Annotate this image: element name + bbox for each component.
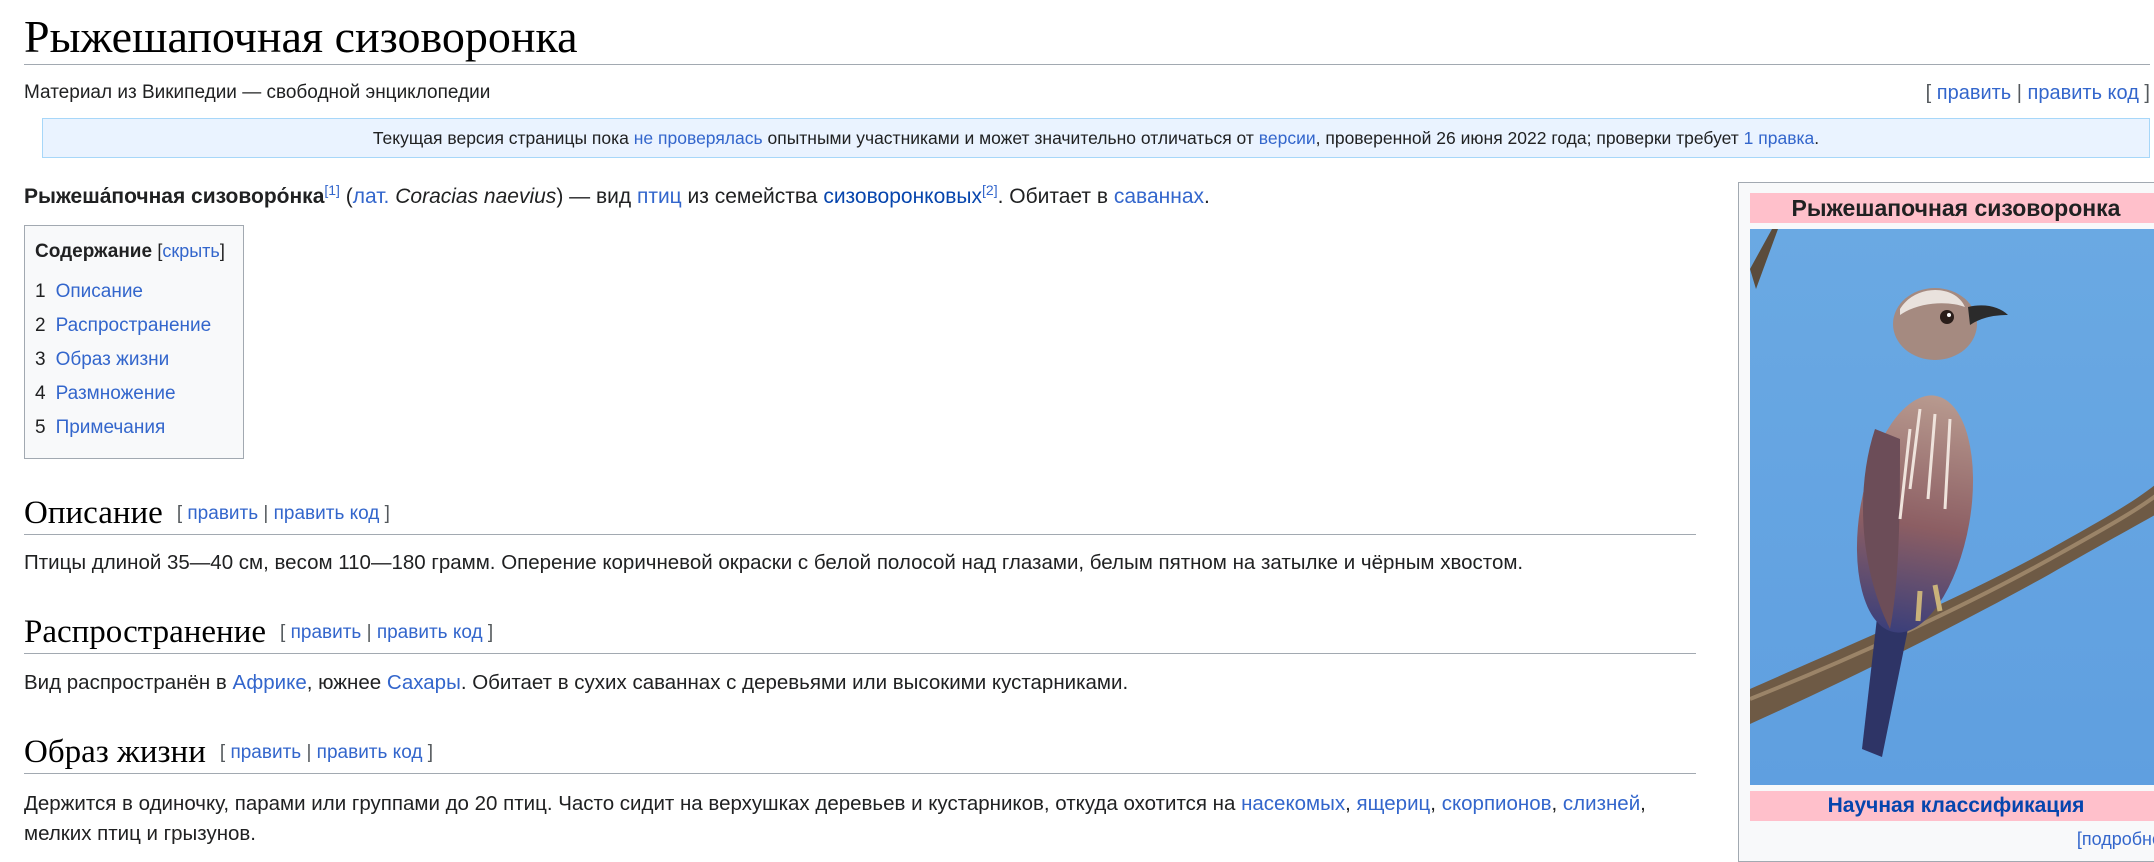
edit-link[interactable]: править	[1937, 82, 2011, 104]
section-edit-links: [ править | править код ]	[219, 742, 434, 763]
classification-link[interactable]: Научная классификация	[1828, 794, 2085, 817]
bird-photo	[1750, 229, 2154, 785]
infobox-more-link[interactable]: [подробно]	[2077, 827, 2154, 851]
section-edit-links: [ править | править код ]	[280, 622, 494, 643]
reviewed-version-link[interactable]: версии	[1259, 128, 1316, 148]
section-text-description: Птицы длиной 35—40 см, весом 110—180 гра…	[24, 551, 1524, 574]
toc-item-breeding[interactable]: 4 Размножение	[35, 377, 233, 411]
toc-item-lifestyle[interactable]: 3 Образ жизни	[35, 343, 233, 377]
section-text-distribution: Вид распространён в Африке, южнее Сахары…	[24, 671, 1129, 694]
article-subject: Рыжеша́почная сизоворо́нка	[24, 185, 325, 208]
family-link[interactable]: сизоворонковых	[823, 185, 982, 208]
birds-link[interactable]: птиц	[637, 185, 682, 208]
site-subtitle: Материал из Википедии — свободной энцикл…	[24, 82, 491, 103]
table-of-contents: Содержание [скрыть] 1 Описание 2 Распростр…	[24, 225, 244, 459]
infobox-title: Рыжешапочная сизоворонка	[1750, 193, 2154, 223]
reference-2-link[interactable]: [2]	[982, 182, 998, 198]
slugs-link[interactable]: слизней	[1563, 792, 1640, 815]
section-text-lifestyle: Держится в одиночку, парами или группами…	[24, 792, 1646, 815]
savanna-link[interactable]: саваннах	[1114, 185, 1204, 208]
africa-link[interactable]: Африке	[233, 671, 307, 694]
section-edit-source-link[interactable]: править код	[377, 622, 483, 643]
section-edit-source-link[interactable]: править код	[274, 503, 380, 524]
infobox-classification-header: Научная классификация	[1750, 791, 2154, 821]
scorpions-link[interactable]: скорпионов	[1442, 792, 1552, 815]
lead-paragraph: Рыжеша́почная сизоворо́нка[1] (лат. Cora…	[24, 182, 1210, 208]
edit-source-link[interactable]: править код	[2028, 82, 2139, 104]
infobox-bird-image[interactable]	[1750, 229, 2154, 785]
pending-edits-link[interactable]: 1 правка	[1744, 128, 1815, 148]
section-edit-link[interactable]: править	[230, 742, 301, 763]
insects-link[interactable]: насекомых	[1241, 792, 1345, 815]
section-edit-links: [ править | править код ]	[176, 503, 390, 524]
section-heading-description: Описание[ править | править код ]	[24, 492, 1696, 535]
page-edit-links: [ править | править код ]	[1925, 82, 2150, 104]
toc-list: 1 Описание 2 Распространение 3 Образ жизни …	[35, 275, 233, 445]
reference-1-link[interactable]: [1]	[324, 182, 340, 198]
lizards-link[interactable]: ящериц	[1357, 792, 1431, 815]
latin-name: Coracias naevius	[389, 185, 557, 208]
toc-item-distribution[interactable]: 2 Распространение	[35, 309, 233, 343]
section-heading-distribution: Распространение[ править | править код ]	[24, 611, 1696, 654]
section-heading-lifestyle: Образ жизни[ править | править код ]	[24, 731, 1696, 774]
sahara-link[interactable]: Сахары	[387, 671, 461, 694]
toc-item-notes[interactable]: 5 Примечания	[35, 411, 233, 445]
section-edit-link[interactable]: править	[291, 622, 362, 643]
section-edit-link[interactable]: править	[187, 503, 258, 524]
section-edit-source-link[interactable]: править код	[317, 742, 423, 763]
infobox: Рыжешапочная сизоворонка Научная классиф…	[1738, 182, 2154, 862]
toc-item-description[interactable]: 1 Описание	[35, 275, 233, 309]
toc-toggle-link[interactable]: скрыть	[162, 241, 219, 261]
toc-title: Содержание	[35, 241, 153, 262]
unreviewed-link[interactable]: не проверялась	[634, 128, 763, 148]
section-text-lifestyle-cont: мелких птиц и грызунов.	[24, 822, 257, 845]
page-title: Рыжешапочная сизоворонка	[24, 10, 2150, 65]
latin-link[interactable]: лат.	[353, 185, 390, 208]
flagged-revisions-notice: Текущая версия страницы пока не проверял…	[42, 118, 2150, 158]
